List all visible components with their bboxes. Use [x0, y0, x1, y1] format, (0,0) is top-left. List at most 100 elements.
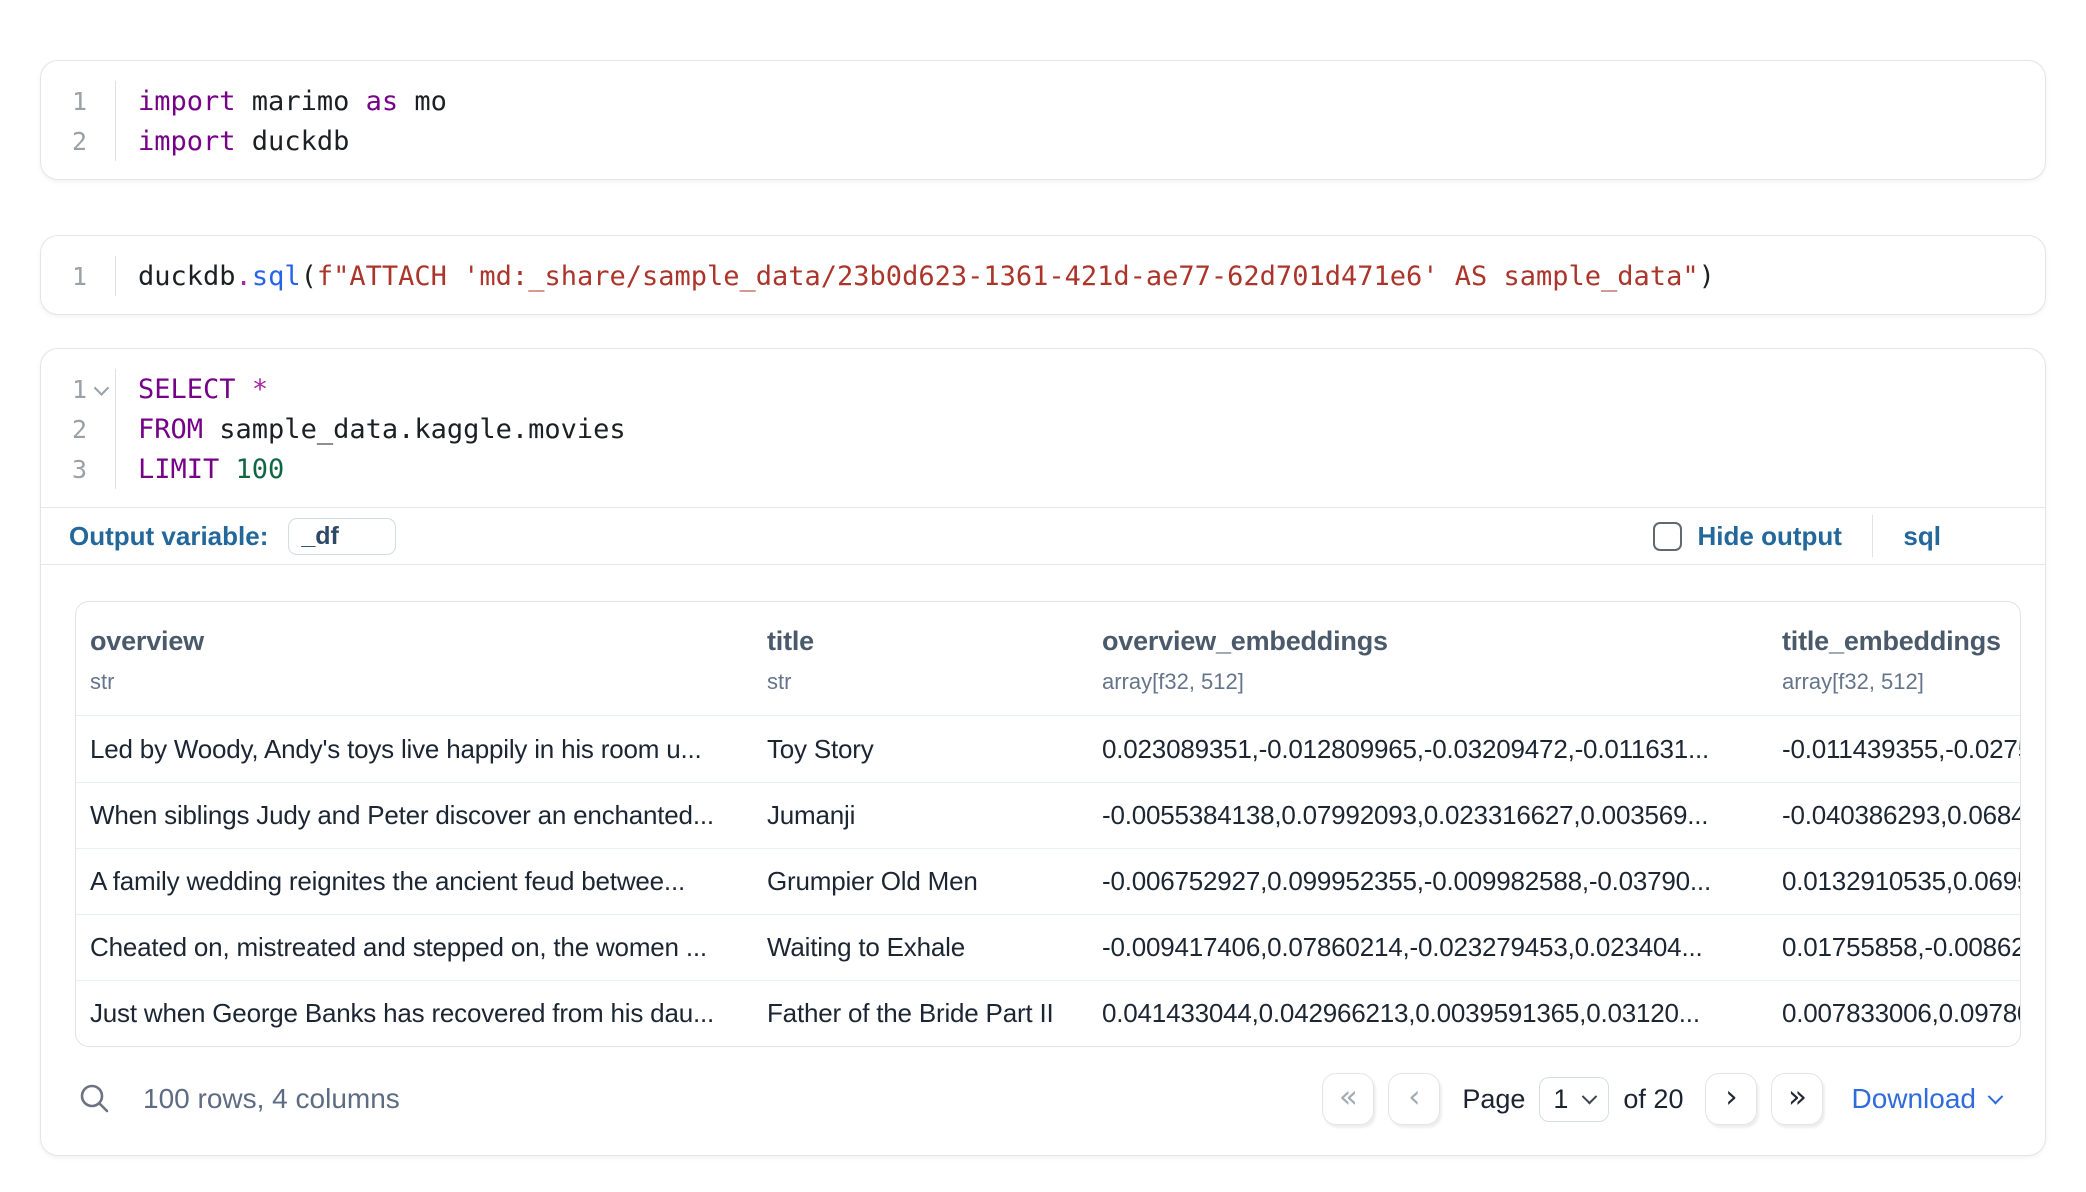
line-number-value: 1: [72, 262, 87, 291]
download-button[interactable]: Download: [1851, 1083, 2001, 1115]
code-token: ): [1699, 261, 1715, 292]
fold-spacer: [87, 256, 115, 296]
code-token: f: [317, 261, 333, 292]
table-cell: 0.007833006,0.0978012: [1768, 998, 2021, 1029]
code-token: [219, 454, 235, 485]
code-token: mo: [398, 86, 447, 117]
table-cell: When siblings Judy and Peter discover an…: [76, 800, 753, 831]
code-line: duckdb.sql(f"ATTACH 'md:_share/sample_da…: [138, 256, 2021, 296]
page-total-label: of 20: [1623, 1084, 1683, 1115]
column-header-title_embeddings[interactable]: title_embeddingsarray[f32, 512]: [1768, 602, 2021, 715]
table-cell: -0.011439355,-0.0275258: [1768, 734, 2021, 765]
column-type: str: [90, 669, 739, 695]
line-number-value: 3: [72, 455, 87, 484]
code-token: [236, 374, 252, 405]
hide-output-label[interactable]: Hide output: [1698, 521, 1842, 552]
column-name: overview_embeddings: [1102, 626, 1754, 657]
code-token: SELECT: [138, 374, 236, 405]
line-number: 2: [41, 121, 115, 161]
code-editor-sql[interactable]: 1 2 3 SELECT *FROM sample_data.kaggle.movi…: [41, 349, 2045, 507]
line-number: 2: [41, 409, 115, 449]
language-badge[interactable]: sql: [1903, 521, 1941, 552]
cell-imports: 12 import marimo as moimport duckdb: [40, 60, 2046, 180]
fold-spacer: [87, 81, 115, 121]
fold-spacer: [87, 409, 115, 449]
column-name: title: [767, 626, 1074, 657]
code-token: FROM: [138, 414, 203, 445]
code-editor-imports[interactable]: 12 import marimo as moimport duckdb: [41, 61, 2045, 179]
page-select[interactable]: 1: [1539, 1077, 1609, 1122]
line-number-value: 2: [72, 415, 87, 444]
column-header-title[interactable]: title str: [753, 602, 1088, 715]
table-cell: Cheated on, mistreated and stepped on, t…: [76, 932, 753, 963]
column-header-overview_embeddings[interactable]: overview_embeddingsarray[f32, 512]: [1088, 602, 1768, 715]
cell-attach-database: 1 duckdb.sql(f"ATTACH 'md:_share/sample_…: [40, 235, 2046, 315]
code-token: LIMIT: [138, 454, 219, 485]
code-editor-attach[interactable]: 1 duckdb.sql(f"ATTACH 'md:_share/sample_…: [41, 236, 2045, 314]
output-table: overviewstrtitlestroverview_embeddingsar…: [75, 601, 2021, 1047]
table-cell: 0.01755858,-0.00862868: [1768, 932, 2021, 963]
table-cell: Waiting to Exhale: [753, 932, 1088, 963]
table-cell: Led by Woody, Andy's toys live happily i…: [76, 734, 753, 765]
table-cell: -0.006752927,0.099952355,-0.009982588,-0…: [1088, 866, 1768, 897]
code-token: "ATTACH 'md:_share/sample_data/23b0d623-…: [333, 261, 1698, 292]
table-cell: Toy Story: [753, 734, 1088, 765]
output-variable-label: Output variable:: [69, 521, 268, 552]
code-line: import duckdb: [138, 121, 2021, 161]
fold-spacer: [87, 121, 115, 161]
code-token: sql: [252, 261, 301, 292]
column-type: array[f32, 512]: [1782, 669, 2007, 695]
toolbar-divider: [1872, 515, 1874, 557]
line-number-value: 1: [72, 375, 87, 404]
code-line: LIMIT 100: [138, 449, 2021, 489]
table-row: A family wedding reignites the ancient f…: [76, 848, 2020, 914]
row-count-summary: 100 rows, 4 columns: [143, 1083, 400, 1115]
code-lines: import marimo as moimport duckdb: [115, 81, 2021, 161]
table-header-row: overviewstrtitlestroverview_embeddingsar…: [76, 602, 2020, 716]
code-lines: SELECT *FROM sample_data.kaggle.moviesLI…: [115, 369, 2021, 489]
code-token: sample_data.kaggle.movies: [203, 414, 626, 445]
code-line: import marimo as mo: [138, 81, 2021, 121]
code-token: duckdb: [236, 126, 350, 157]
table-cell: -0.009417406,0.07860214,-0.023279453,0.0…: [1088, 932, 1768, 963]
table-cell: -0.0055384138,0.07992093,0.023316627,0.0…: [1088, 800, 1768, 831]
column-type: str: [767, 669, 1074, 695]
code-token: import: [138, 126, 236, 157]
line-number: 3: [41, 449, 115, 489]
table-row: Led by Woody, Andy's toys live happily i…: [76, 716, 2020, 782]
table-row: Just when George Banks has recovered fro…: [76, 980, 2020, 1046]
column-header-overview[interactable]: overview str: [76, 602, 753, 715]
line-number: 1: [41, 256, 115, 296]
column-name: overview: [90, 626, 739, 657]
table-footer: 100 rows, 4 columns « ‹ Page 1 of 20 › »…: [41, 1047, 2045, 1155]
cell-sql-query: 1 2 3 SELECT *FROM sample_data.kaggle.movi…: [40, 348, 2046, 1156]
notebook: 12 import marimo as moimport duckdb 1 du…: [0, 0, 2086, 1156]
table-cell: Just when George Banks has recovered fro…: [76, 998, 753, 1029]
code-token: as: [366, 86, 399, 117]
code-token: marimo: [236, 86, 366, 117]
download-label: Download: [1851, 1083, 1976, 1115]
code-token: .: [236, 261, 252, 292]
chevron-down-icon: [1988, 1088, 2004, 1104]
fold-chevron-icon[interactable]: [87, 369, 115, 409]
hide-output-checkbox[interactable]: [1653, 522, 1682, 551]
code-token: duckdb: [138, 261, 236, 292]
prev-page-button[interactable]: ‹: [1388, 1073, 1440, 1125]
table-cell: A family wedding reignites the ancient f…: [76, 866, 753, 897]
next-page-button[interactable]: ›: [1705, 1073, 1757, 1125]
sql-cell-toolbar: Output variable: Hide output sql: [41, 507, 2045, 565]
table-cell: 0.0132910535,0.0695895: [1768, 866, 2021, 897]
code-token: (: [301, 261, 317, 292]
search-icon[interactable]: [77, 1081, 113, 1117]
page-select-value: 1: [1553, 1084, 1568, 1115]
line-number: 1: [41, 369, 115, 409]
last-page-button[interactable]: »: [1771, 1073, 1823, 1125]
table-row: Cheated on, mistreated and stepped on, t…: [76, 914, 2020, 980]
table-cell: 0.023089351,-0.012809965,-0.03209472,-0.…: [1088, 734, 1768, 765]
first-page-button[interactable]: «: [1322, 1073, 1374, 1125]
output-variable-input[interactable]: [288, 518, 396, 555]
page-label: Page: [1462, 1084, 1525, 1115]
table-cell: Father of the Bride Part II: [753, 998, 1088, 1029]
line-number-gutter: 12: [41, 81, 115, 161]
line-number-value: 1: [72, 87, 87, 116]
